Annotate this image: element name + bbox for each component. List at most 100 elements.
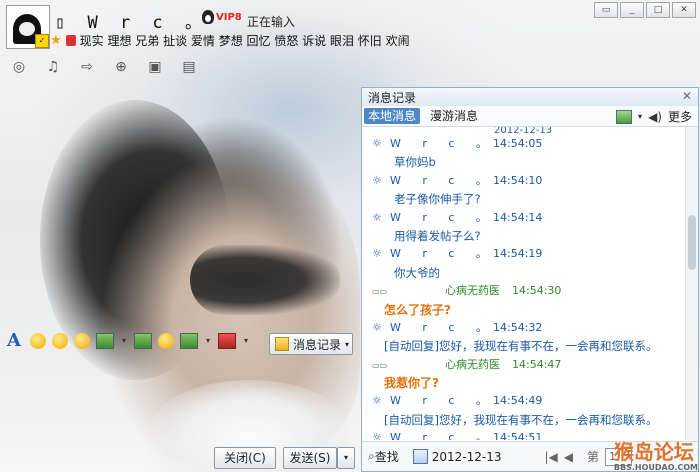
close-button[interactable]: 关闭(C) bbox=[214, 447, 276, 469]
send-options-button[interactable]: ▾ bbox=[337, 447, 355, 469]
send-button[interactable]: 发送(S) bbox=[283, 447, 337, 469]
mic-icon[interactable]: ♫ bbox=[42, 58, 64, 76]
screenshot-icon[interactable] bbox=[96, 333, 114, 349]
image-icon[interactable] bbox=[134, 333, 152, 349]
close-icon[interactable]: ✕ bbox=[682, 89, 692, 103]
history-panel: 消息记录 ✕ 本地消息 漫游消息 ▾ ◀) 更多 2012-12-13 ☼ W r… bbox=[361, 87, 699, 472]
screenshot-dropdown-icon[interactable]: ▾ bbox=[120, 331, 128, 351]
avatar[interactable]: ✓ bbox=[6, 5, 50, 49]
background-photo-glasses bbox=[190, 245, 340, 315]
penguin-icon bbox=[202, 10, 214, 24]
search-button[interactable]: 查找 bbox=[375, 448, 399, 465]
sender-icon: ☼ bbox=[372, 210, 382, 224]
search-icon[interactable]: ⌕ bbox=[368, 449, 375, 464]
message-history-button[interactable]: 消息记录 ▾ bbox=[269, 333, 353, 355]
typing-status: 正在输入 bbox=[247, 15, 296, 29]
signature-text: 现实 理想 兄弟 扯谈 爱情 梦想 回忆 愤怒 诉说 眼泪 怀旧 欢闹 bbox=[79, 34, 410, 48]
sender-name: W r c 。 bbox=[390, 247, 496, 261]
contact-name: ▯ W r c 。 bbox=[55, 13, 208, 33]
more-button[interactable]: 更多 bbox=[668, 108, 692, 125]
sender-icon: ☼ bbox=[372, 431, 382, 440]
remote-desktop-icon[interactable]: ▣ bbox=[144, 58, 166, 76]
message-time: 14:54:51 bbox=[493, 431, 543, 440]
message-list[interactable]: 2012-12-13 ☼ W r c 。14:54:05 草你妈b ☼ W r c 。1… bbox=[362, 127, 684, 440]
top-toolbar: ◎ ♫ ⇨ ⊕ ▣ ▤ bbox=[8, 58, 200, 76]
status-check-icon: ✓ bbox=[35, 34, 49, 48]
message-time: 14:54:19 bbox=[493, 247, 543, 261]
tab-roaming[interactable]: 漫游消息 bbox=[426, 108, 482, 124]
sender-name: 心病无药医 bbox=[445, 357, 500, 371]
font-icon[interactable]: A bbox=[4, 331, 24, 351]
message-header: ☼ W r c 。14:54:51 bbox=[362, 429, 684, 440]
chevron-down-icon: ▾ bbox=[344, 339, 349, 349]
shake-icon[interactable] bbox=[74, 333, 90, 349]
video-icon[interactable]: ◎ bbox=[8, 58, 30, 76]
more-dropdown-icon[interactable]: ▾ bbox=[204, 331, 212, 351]
message-time: 14:54:32 bbox=[493, 320, 543, 334]
sender-icon: ☼ bbox=[372, 394, 382, 408]
message-time: 14:54:30 bbox=[512, 284, 562, 298]
message-text: 草你妈b bbox=[394, 155, 436, 170]
sender-icon: ☼ bbox=[372, 137, 382, 150]
window-controls: ▭ _ □ ✕ bbox=[592, 2, 696, 18]
message-time: 14:54:14 bbox=[493, 210, 543, 224]
export-icon[interactable] bbox=[616, 109, 633, 124]
page-label: 第 bbox=[586, 450, 599, 464]
toolbox-icon[interactable] bbox=[218, 333, 236, 349]
message-header: ☼ W r c 。14:54:32 bbox=[362, 319, 684, 337]
message-text: 我惹你了? bbox=[384, 376, 439, 391]
minimize-icon[interactable]: _ bbox=[620, 2, 644, 18]
auto-reply-text: [自动回复]您好，我现在有事不在，一会再和您联系。 bbox=[384, 339, 658, 354]
history-panel-header: 消息记录 ✕ bbox=[362, 88, 698, 106]
star-icon[interactable]: ★ bbox=[50, 33, 62, 48]
close-icon[interactable]: ✕ bbox=[672, 2, 696, 18]
sender-name: 心病无药医 bbox=[445, 284, 500, 298]
chevron-down-icon[interactable]: ▾ bbox=[638, 112, 642, 121]
sender-icon: ☼ bbox=[372, 173, 382, 187]
message-text: 你大爷的 bbox=[394, 265, 440, 280]
maximize-icon[interactable]: □ bbox=[646, 2, 670, 18]
sender-icon: ☼ bbox=[372, 320, 382, 334]
auto-reply-text: [自动回复]您好，我现在有事不在，一会再和您联系。 bbox=[384, 412, 658, 427]
music-icon[interactable] bbox=[158, 333, 174, 349]
prev-page-icon[interactable]: ◀ bbox=[564, 450, 573, 464]
signature-icon bbox=[65, 35, 76, 46]
message-header: ▭▭ 心病无药医 14:54:30 bbox=[362, 282, 684, 300]
message-text: 怎么了孩子? bbox=[384, 302, 451, 317]
message-header: ☼ W r c 。14:54:10 bbox=[362, 172, 684, 190]
contact-icon: ▭▭ bbox=[372, 360, 388, 370]
first-page-icon[interactable]: |◀ bbox=[544, 450, 557, 464]
file-transfer-icon[interactable]: ⇨ bbox=[76, 58, 98, 76]
emoji-icon[interactable] bbox=[30, 333, 46, 349]
more-icon[interactable] bbox=[180, 333, 198, 349]
message-header: ☼ W r c 。14:54:19 bbox=[362, 245, 684, 263]
message-header: ▭▭ 心病无药医 14:54:47 bbox=[362, 356, 684, 374]
tab-local[interactable]: 本地消息 bbox=[364, 108, 421, 124]
history-icon bbox=[275, 337, 289, 351]
date-label[interactable]: 2012-12-13 bbox=[432, 450, 502, 464]
format-toolbar: A ▾ ▾ ▾ bbox=[4, 331, 250, 351]
sender-name: W r c 。 bbox=[390, 431, 496, 440]
magic-emoji-icon[interactable] bbox=[52, 333, 68, 349]
app-icon[interactable]: ▤ bbox=[178, 58, 200, 76]
invite-icon[interactable]: ⊕ bbox=[110, 58, 132, 76]
history-tabs: 本地消息 漫游消息 ▾ ◀) 更多 bbox=[362, 106, 698, 127]
speaker-icon[interactable]: ◀) bbox=[648, 110, 662, 124]
sender-icon: ☼ bbox=[372, 247, 382, 261]
calendar-icon[interactable] bbox=[412, 449, 428, 464]
message-header: ☼ W r c 。14:54:49 bbox=[362, 392, 684, 410]
message-time: 14:54:49 bbox=[493, 394, 543, 408]
sender-name: W r c 。 bbox=[390, 173, 496, 187]
toolbox-dropdown-icon[interactable]: ▾ bbox=[242, 331, 250, 351]
vip-badge[interactable]: VIP8 bbox=[202, 10, 242, 24]
message-time: 14:54:47 bbox=[512, 357, 562, 371]
message-text: 用得着发帖子么? bbox=[394, 228, 481, 243]
message-partial-date: 2012-12-13 bbox=[494, 127, 553, 135]
message-time: 14:54:10 bbox=[493, 173, 543, 187]
sender-name: W r c 。 bbox=[390, 394, 496, 408]
skin-icon[interactable]: ▭ bbox=[594, 2, 618, 18]
sender-name: W r c 。 bbox=[390, 320, 496, 334]
scrollbar[interactable] bbox=[685, 127, 698, 440]
scrollbar-thumb[interactable] bbox=[688, 215, 696, 270]
sender-name: W r c 。 bbox=[390, 137, 496, 150]
